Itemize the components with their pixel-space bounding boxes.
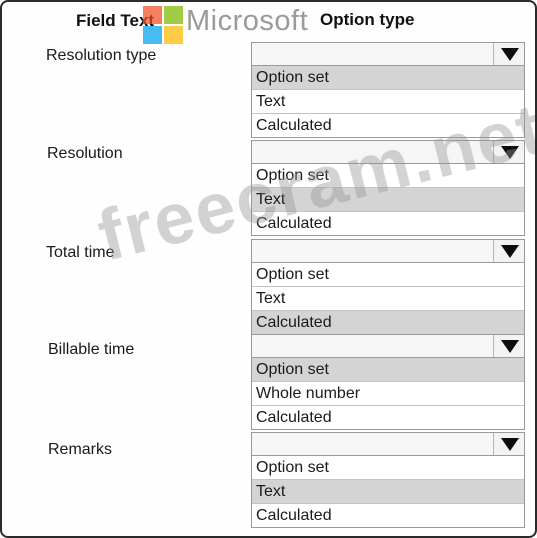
option-list: Option set Text Calculated bbox=[251, 164, 525, 236]
field-label-total-time: Total time bbox=[46, 244, 115, 261]
microsoft-wordmark: Microsoft bbox=[186, 5, 309, 37]
option-item[interactable]: Option set bbox=[252, 164, 524, 187]
chevron-down-icon bbox=[501, 146, 519, 159]
option-item[interactable]: Calculated bbox=[252, 310, 524, 334]
field-label-remarks: Remarks bbox=[48, 441, 113, 458]
dropdown-arrow-button[interactable] bbox=[493, 43, 524, 65]
dropdown-arrow-button[interactable] bbox=[493, 335, 524, 357]
option-type-dropdown[interactable] bbox=[251, 432, 525, 456]
option-type-group-resolution-type: Option set Text Calculated bbox=[251, 42, 525, 138]
option-item[interactable]: Calculated bbox=[252, 211, 524, 235]
option-item[interactable]: Calculated bbox=[252, 113, 524, 137]
option-list: Option set Text Calculated bbox=[251, 456, 525, 528]
option-item[interactable]: Calculated bbox=[252, 503, 524, 527]
field-label-resolution-type: Resolution type bbox=[46, 47, 157, 64]
option-type-group-total-time: Option set Text Calculated bbox=[251, 239, 525, 335]
dropdown-arrow-button[interactable] bbox=[493, 433, 524, 455]
dropdown-arrow-button[interactable] bbox=[493, 141, 524, 163]
option-item[interactable]: Option set bbox=[252, 66, 524, 89]
option-list: Option set Text Calculated bbox=[251, 263, 525, 335]
dropdown-arrow-button[interactable] bbox=[493, 240, 524, 262]
option-type-dropdown[interactable] bbox=[251, 140, 525, 164]
option-item[interactable]: Text bbox=[252, 89, 524, 113]
option-type-header: Option type bbox=[320, 10, 415, 29]
logo-square-red bbox=[143, 6, 162, 24]
option-item[interactable]: Option set bbox=[252, 456, 524, 479]
option-type-group-resolution: Option set Text Calculated bbox=[251, 140, 525, 236]
option-type-dropdown[interactable] bbox=[251, 239, 525, 263]
option-item[interactable]: Option set bbox=[252, 358, 524, 381]
option-list: Option set Text Calculated bbox=[251, 66, 525, 138]
logo-square-blue bbox=[143, 26, 162, 44]
option-item[interactable]: Text bbox=[252, 187, 524, 211]
option-item[interactable]: Text bbox=[252, 286, 524, 310]
field-label-billable-time: Billable time bbox=[48, 341, 135, 358]
option-type-group-billable-time: Option set Whole number Calculated bbox=[251, 334, 525, 430]
chevron-down-icon bbox=[501, 245, 519, 258]
option-item[interactable]: Option set bbox=[252, 263, 524, 286]
option-type-group-remarks: Option set Text Calculated bbox=[251, 432, 525, 528]
chevron-down-icon bbox=[501, 48, 519, 61]
logo-square-yellow bbox=[164, 26, 183, 44]
chevron-down-icon bbox=[501, 340, 519, 353]
chevron-down-icon bbox=[501, 438, 519, 451]
option-type-dropdown[interactable] bbox=[251, 334, 525, 358]
option-type-dropdown[interactable] bbox=[251, 42, 525, 66]
microsoft-logo-icon bbox=[143, 6, 183, 44]
option-item[interactable]: Whole number bbox=[252, 381, 524, 405]
field-label-resolution: Resolution bbox=[47, 145, 123, 162]
option-item[interactable]: Text bbox=[252, 479, 524, 503]
answer-area-frame: Field Text Option type Microsoft Resolut… bbox=[0, 0, 537, 538]
option-item[interactable]: Calculated bbox=[252, 405, 524, 429]
logo-square-green bbox=[164, 6, 183, 24]
option-list: Option set Whole number Calculated bbox=[251, 358, 525, 430]
